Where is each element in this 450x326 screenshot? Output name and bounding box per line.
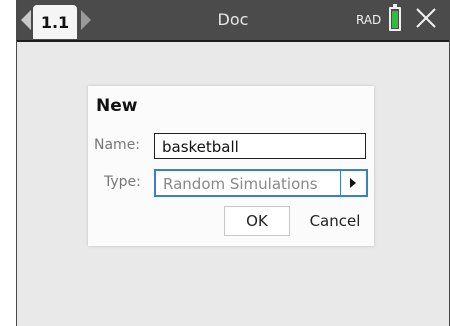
name-label: Name:	[94, 137, 141, 153]
chevron-left-icon[interactable]	[21, 10, 31, 30]
name-input[interactable]: basketball	[154, 133, 366, 159]
page-tab-label: 1.1	[40, 12, 70, 32]
type-expand-icon[interactable]	[340, 171, 366, 195]
angle-mode-indicator: RAD	[356, 13, 382, 27]
calculator-screen: 1.1 Doc RAD New Name: basketball Type: R…	[16, 0, 450, 326]
close-icon[interactable]	[414, 5, 438, 31]
new-dialog: New Name: basketball Type: Random Simula…	[88, 86, 374, 246]
battery-level	[392, 11, 398, 28]
dialog-title: New	[96, 96, 138, 116]
ok-button[interactable]: OK	[224, 206, 290, 236]
page-tab[interactable]: 1.1	[33, 5, 77, 39]
type-select[interactable]: Random Simulations	[154, 169, 368, 197]
title-bar: 1.1 Doc RAD	[17, 0, 449, 42]
cancel-button[interactable]: Cancel	[300, 206, 370, 236]
battery-icon	[389, 4, 401, 31]
chevron-right-icon[interactable]	[81, 10, 91, 30]
type-label: Type:	[104, 174, 141, 190]
type-select-value: Random Simulations	[163, 175, 318, 193]
